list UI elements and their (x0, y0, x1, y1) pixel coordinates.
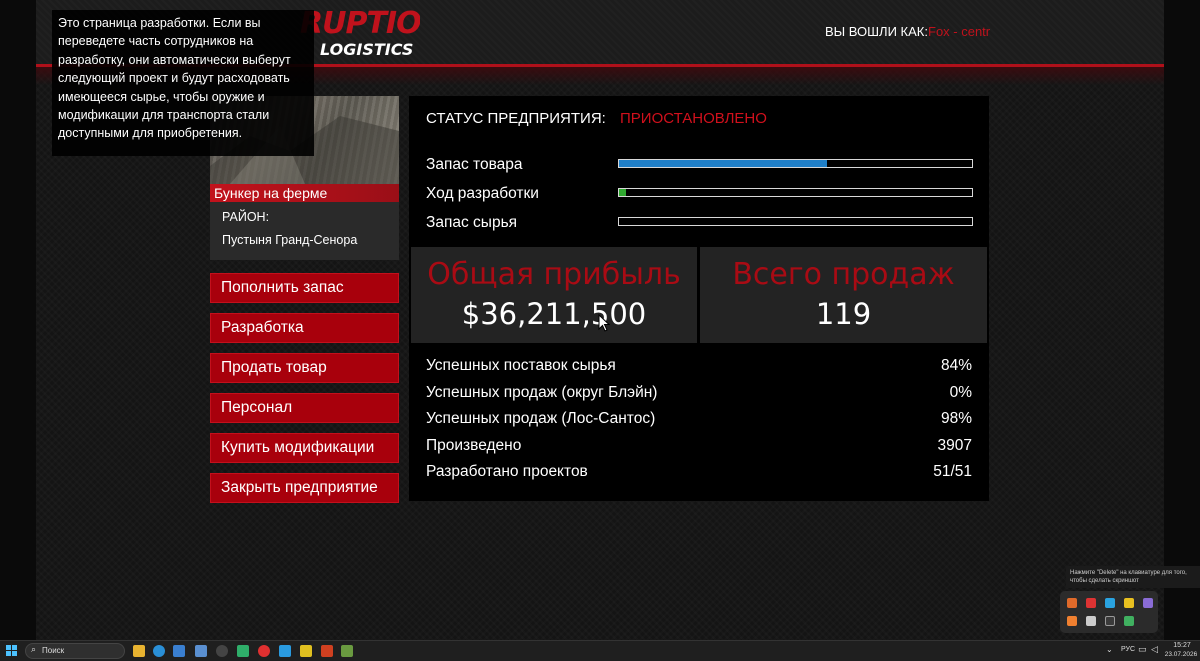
total-profit-value: $36,211,500 (461, 297, 647, 331)
stat-row-label: Успешных продаж (Лос-Сантос) (426, 410, 656, 427)
stat-row: Произведено 3907 (409, 434, 989, 461)
stat-row-value: 84% (940, 357, 972, 374)
taskbar-search[interactable]: ⌕ Поиск (25, 643, 125, 659)
status-label: СТАТУС ПРЕДПРИЯТИЯ: (426, 110, 606, 127)
tray-app-icon[interactable] (1086, 616, 1096, 626)
property-name: Бункер на ферме (214, 185, 328, 201)
close-business-button-label: Закрыть предприятие (221, 479, 378, 496)
business-panel: СТАТУС ПРЕДПРИЯТИЯ: ПРИОСТАНОВЛЕНО Запас… (409, 96, 989, 501)
tray-app-icon[interactable] (1067, 616, 1077, 626)
tray-app-icon[interactable] (1105, 616, 1115, 626)
clock-date[interactable]: 23.07.2026 (1163, 651, 1199, 658)
tray-app-icon[interactable] (1086, 598, 1096, 608)
total-sales-title: Всего продаж (732, 257, 955, 292)
stats-list: Успешных поставок сырья 84% Успешных про… (409, 354, 989, 487)
tray-chevron-up-icon[interactable]: ⌄ (1106, 645, 1113, 654)
taskbar-app-icon[interactable] (237, 645, 249, 657)
staff-button[interactable]: Персонал (210, 393, 399, 423)
taskbar-app-icon[interactable] (173, 645, 185, 657)
sell-goods-button-label: Продать товар (221, 359, 327, 376)
windows-start-icon[interactable] (6, 645, 18, 657)
product-stock-fill (619, 160, 828, 167)
taskbar-app-icon[interactable] (216, 645, 228, 657)
language-indicator[interactable]: РУС (1121, 646, 1135, 653)
research-button[interactable]: Разработка (210, 313, 399, 343)
restock-button-label: Пополнить запас (221, 279, 344, 296)
buy-upgrades-button[interactable]: Купить модификации (210, 433, 399, 463)
stat-row-label: Произведено (426, 436, 522, 454)
total-profit-box: Общая прибыль $36,211,500 (411, 247, 697, 343)
help-tooltip-text: Это страница разработки. Если вы перевед… (58, 16, 291, 141)
research-progress-bar (618, 188, 973, 197)
yandex-browser-icon[interactable] (258, 645, 270, 657)
search-placeholder: Поиск (42, 646, 65, 655)
stat-row: Разработано проектов 51/51 (409, 460, 989, 487)
status-value: ПРИОСТАНОВЛЕНО (620, 110, 767, 127)
tray-app-icon[interactable] (1143, 598, 1153, 608)
restock-button[interactable]: Пополнить запас (210, 273, 399, 303)
research-progress-label: Ход разработки (426, 185, 539, 202)
search-icon: ⌕ (31, 645, 37, 655)
taskbar-app-icon[interactable] (341, 645, 353, 657)
buy-upgrades-button-label: Купить модификации (221, 439, 375, 456)
tray-app-icon[interactable] (1067, 598, 1077, 608)
left-letterbox (0, 0, 36, 640)
stat-row-label: Успешных продаж (округ Блэйн) (426, 383, 658, 401)
right-letterbox (1164, 0, 1200, 640)
stat-row: Успешных продаж (Лос-Сантос) 98% (409, 407, 989, 434)
edge-icon[interactable] (153, 645, 165, 657)
total-sales-value: 119 (815, 297, 872, 331)
stat-row: Успешных продаж (округ Блэйн) 0% (409, 381, 989, 408)
stat-row-label: Успешных поставок сырья (426, 357, 616, 374)
taskbar-app-icon[interactable] (195, 645, 207, 657)
telegram-icon[interactable] (1105, 598, 1115, 608)
staff-button-label: Персонал (221, 399, 293, 416)
research-progress-fill (619, 189, 627, 196)
stat-row-value: 98% (940, 410, 972, 427)
tray-app-icon[interactable] (1124, 616, 1134, 626)
volume-icon[interactable]: ◁ (1151, 645, 1158, 655)
close-business-button[interactable]: Закрыть предприятие (210, 473, 399, 503)
telegram-icon[interactable] (279, 645, 291, 657)
stat-row: Успешных поставок сырья 84% (409, 354, 989, 381)
supplies-label: Запас сырья (426, 214, 518, 231)
taskbar-app-icon[interactable] (300, 645, 312, 657)
logged-in-label: ВЫ ВОШЛИ КАК: (825, 24, 928, 39)
product-stock-label: Запас товара (426, 156, 523, 173)
product-stock-bar (618, 159, 973, 168)
research-button-label: Разработка (221, 319, 304, 336)
district-label: РАЙОН: (222, 210, 270, 224)
tray-overflow-popup (1060, 591, 1158, 633)
property-name-bar: Бункер на ферме (210, 184, 399, 202)
help-tooltip: Это страница разработки. Если вы перевед… (52, 10, 314, 156)
brand-logo-sub: LOGISTICS (320, 40, 414, 59)
file-explorer-icon[interactable] (133, 645, 145, 657)
logged-in-user: Fox - centr (928, 24, 991, 39)
district-value: Пустыня Гранд-Сенора (222, 233, 358, 247)
property-info: РАЙОН: Пустыня Гранд-Сенора (210, 202, 399, 260)
total-sales-box: Всего продаж 119 (700, 247, 987, 343)
tray-app-icon[interactable] (1124, 598, 1134, 608)
stat-row-label: Разработано проектов (426, 463, 588, 480)
mouse-cursor-icon (598, 314, 610, 332)
brand-logo-top: RUPTION (300, 6, 420, 41)
total-profit-title: Общая прибыль (427, 257, 681, 292)
screenshot-hint: Нажмите "Delete" на клавиатуре для того,… (1066, 566, 1200, 588)
stat-row-value: 0% (949, 383, 972, 401)
sell-goods-button[interactable]: Продать товар (210, 353, 399, 383)
rockstar-launcher-icon[interactable] (321, 645, 333, 657)
clock-time[interactable]: 15:27 (1167, 642, 1197, 649)
supplies-bar (618, 217, 973, 226)
stat-row-value: 51/51 (933, 463, 972, 480)
network-icon[interactable]: ▭ (1138, 645, 1147, 655)
taskbar: ⌕ Поиск ⌄ РУС ▭ ◁ 15:27 23.07.2026 (0, 640, 1200, 661)
stat-row-value: 3907 (937, 436, 972, 454)
